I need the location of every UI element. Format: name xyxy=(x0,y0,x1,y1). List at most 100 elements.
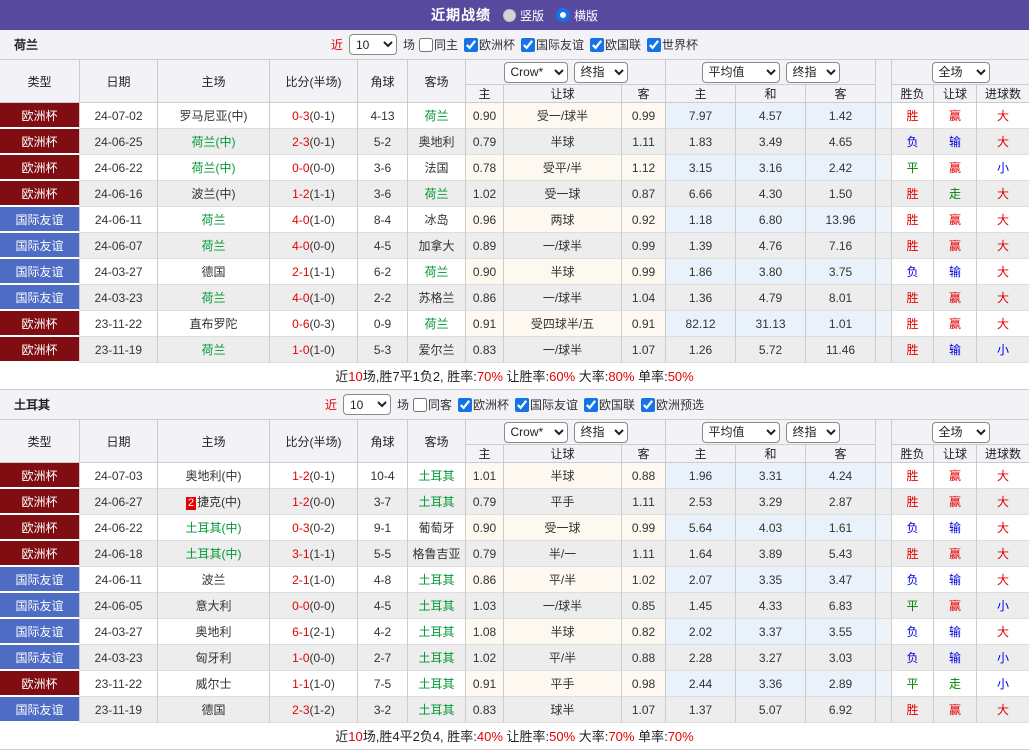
same-venue-checkbox-input[interactable] xyxy=(418,37,433,52)
corner-cell: 10-4 xyxy=(358,463,408,489)
league-checkbox-input[interactable] xyxy=(641,397,656,412)
fulltime-score: 2-1 xyxy=(292,264,310,279)
handicap-cell: 一/球半 xyxy=(504,285,622,311)
team-name: 土耳其 xyxy=(14,398,51,412)
handicap-cell: 平手 xyxy=(504,671,622,697)
spacer-cell xyxy=(876,567,893,593)
away-odds-cell: 0.99 xyxy=(622,103,667,129)
fulltime-score: 4-0 xyxy=(292,290,310,305)
result-wdl-cell: 胜 xyxy=(892,207,935,233)
league-filter-label: 国际友谊 xyxy=(536,38,585,52)
result-wdl-cell: 胜 xyxy=(892,463,935,489)
recent-count-select[interactable]: 10 xyxy=(342,394,391,415)
same-venue-checkbox[interactable]: 同客 xyxy=(412,396,452,413)
layout-radio-horizontal[interactable]: 横版 xyxy=(556,7,598,24)
odds-time-select[interactable]: 终指 xyxy=(573,61,628,83)
league-filter-checkbox[interactable]: 欧洲杯 xyxy=(463,36,515,53)
away-odds-cell: 1.11 xyxy=(622,489,667,515)
fulltime-score: 1-0 xyxy=(292,650,310,665)
home-odds-cell: 0.86 xyxy=(466,567,504,593)
away-team-cell: 土耳其 xyxy=(408,697,466,723)
halftime-score: (1-0) xyxy=(309,572,335,587)
sub-column-header: 让球 xyxy=(934,85,978,103)
away-team-cell: 土耳其 xyxy=(408,671,466,697)
same-venue-label: 同主 xyxy=(433,38,458,52)
away-odds-cell: 0.87 xyxy=(622,181,667,207)
league-filter-checkbox[interactable]: 国际友谊 xyxy=(515,396,578,413)
same-venue-checkbox-input[interactable] xyxy=(412,397,427,412)
league-checkbox-input[interactable] xyxy=(463,37,478,52)
home-team-cell: 意大利 xyxy=(158,593,270,619)
result-wdl-cell: 平 xyxy=(892,671,935,697)
odds-source-select[interactable]: Crow* xyxy=(503,61,568,83)
odds-source-select[interactable]: Crow* xyxy=(503,421,568,443)
avg-home-cell: 2.02 xyxy=(666,619,737,645)
league-checkbox-input[interactable] xyxy=(521,37,535,52)
away-team-name: 土耳其 xyxy=(418,469,455,483)
home-odds-cell: 0.79 xyxy=(466,541,504,567)
league-filter-checkbox[interactable]: 国际友谊 xyxy=(521,36,584,53)
result-goals-cell: 大 xyxy=(977,181,1029,207)
avg-source-select[interactable]: 平均值 xyxy=(701,61,780,83)
league-checkbox-input[interactable] xyxy=(457,397,472,412)
result-scope-select[interactable]: 全场 xyxy=(931,61,990,83)
avg-home-cell: 1.36 xyxy=(666,285,737,311)
away-odds-cell: 1.02 xyxy=(622,567,667,593)
score-cell: 2-3(0-1) xyxy=(270,129,358,155)
spacer-cell xyxy=(876,463,893,489)
fulltime-score: 0-3 xyxy=(292,108,310,123)
same-venue-checkbox[interactable]: 同主 xyxy=(418,36,458,53)
league-checkbox-input[interactable] xyxy=(590,37,605,52)
handicap-cell: 半球 xyxy=(504,619,622,645)
league-checkbox-input[interactable] xyxy=(584,397,599,412)
home-odds-cell: 0.96 xyxy=(466,207,504,233)
date-cell: 24-06-11 xyxy=(80,567,158,593)
handicap-cell: 一/球半 xyxy=(504,337,622,363)
corner-cell: 4-8 xyxy=(358,567,408,593)
radio-vertical-label: 竖版 xyxy=(519,8,544,23)
recent-count-select[interactable]: 10 xyxy=(348,34,397,55)
result-scope-select[interactable]: 全场 xyxy=(931,421,990,443)
away-team-cell: 土耳其 xyxy=(408,567,466,593)
layout-radio-vertical[interactable]: 竖版 xyxy=(502,7,544,24)
avg-home-cell: 1.18 xyxy=(666,207,737,233)
spacer-cell xyxy=(876,311,893,337)
league-filter-checkbox[interactable]: 欧洲杯 xyxy=(457,396,509,413)
away-team-name: 土耳其 xyxy=(418,625,455,639)
corner-cell: 2-2 xyxy=(358,285,408,311)
avg-home-cell: 2.53 xyxy=(666,489,737,515)
radio-unchecked-icon[interactable] xyxy=(502,8,516,22)
avg-source-select[interactable]: 平均值 xyxy=(701,421,780,443)
league-filter-checkbox[interactable]: 欧洲预选 xyxy=(641,396,704,413)
avg-away-cell: 1.50 xyxy=(806,181,877,207)
away-team-cell: 爱尔兰 xyxy=(408,337,466,363)
result-wdl-cell: 负 xyxy=(892,129,935,155)
avg-time-select[interactable]: 终指 xyxy=(785,61,840,83)
summary-segment: 让胜率: xyxy=(502,729,550,744)
odds-time-select[interactable]: 终指 xyxy=(573,421,628,443)
league-type-cell: 欧洲杯 xyxy=(0,103,80,129)
league-checkbox-input[interactable] xyxy=(515,397,529,412)
radio-checked-icon[interactable] xyxy=(556,8,570,22)
league-filter-checkbox[interactable]: 世界杯 xyxy=(647,36,698,53)
corner-cell: 2-7 xyxy=(358,645,408,671)
league-filter-checkbox[interactable]: 欧国联 xyxy=(590,36,641,53)
result-wdl-cell: 胜 xyxy=(892,541,935,567)
home-team-cell: 2 捷克(中) xyxy=(158,489,270,515)
result-handicap-cell: 赢 xyxy=(934,233,978,259)
home-team-name: 奥地利 xyxy=(195,625,232,639)
avg-home-cell: 82.12 xyxy=(666,311,737,337)
league-filter-label: 欧国联 xyxy=(599,398,636,412)
summary-segment: 场,胜4平2负4, 胜率: xyxy=(362,729,477,744)
summary-segment: 70% xyxy=(608,729,635,744)
league-type-cell: 欧洲杯 xyxy=(0,463,80,489)
league-filter-checkbox[interactable]: 欧国联 xyxy=(584,396,635,413)
spacer-cell xyxy=(876,541,893,567)
table-row: 欧洲杯 24-06-27 2 捷克(中) 1-2(0-0) 3-7 土耳其 0.79 平手 1.1… xyxy=(0,489,1029,515)
column-header: 比分(半场) xyxy=(270,60,358,103)
avg-time-select[interactable]: 终指 xyxy=(785,421,840,443)
team-name: 荷兰 xyxy=(14,38,39,52)
league-checkbox-input[interactable] xyxy=(647,37,662,52)
avg-draw-cell: 4.79 xyxy=(736,285,807,311)
away-odds-cell: 1.11 xyxy=(622,129,667,155)
